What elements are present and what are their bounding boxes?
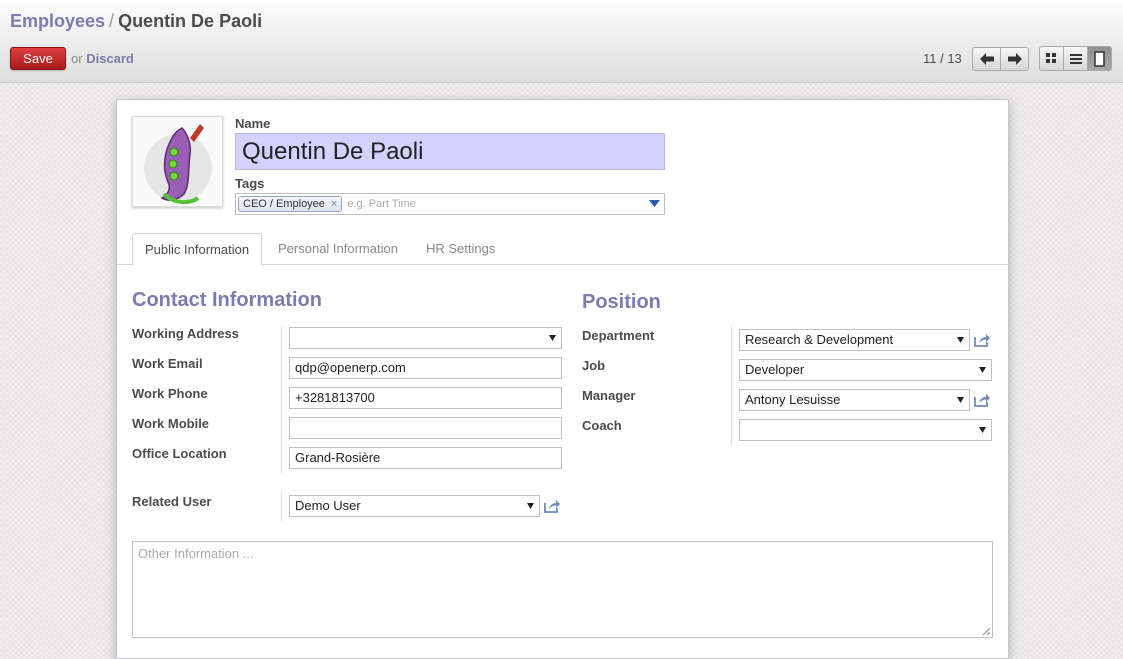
name-input[interactable]: Quentin De Paoli bbox=[235, 133, 665, 170]
dropdown-caret-icon[interactable] bbox=[649, 200, 660, 207]
select-caret-icon bbox=[979, 367, 986, 373]
related-user-select[interactable]: Demo User bbox=[289, 495, 540, 517]
work-mobile-input[interactable] bbox=[289, 417, 562, 439]
select-caret-icon bbox=[979, 427, 986, 433]
external-link-icon[interactable] bbox=[974, 393, 991, 407]
arrow-left-icon bbox=[979, 53, 994, 65]
external-link-icon[interactable] bbox=[544, 499, 561, 513]
contact-information-title: Contact Information bbox=[132, 289, 322, 311]
manager-value: Antony Lesuisse bbox=[745, 392, 841, 407]
list-icon bbox=[1069, 53, 1082, 64]
breadcrumb-employees-link[interactable]: Employees bbox=[10, 11, 105, 31]
or-text: or bbox=[71, 51, 83, 66]
arrow-right-icon bbox=[1007, 53, 1022, 65]
tab-personal-information[interactable]: Personal Information bbox=[266, 233, 410, 265]
department-value: Research & Development bbox=[745, 332, 894, 347]
other-information-textarea[interactable]: Other Information ... bbox=[132, 541, 993, 638]
coach-label: Coach bbox=[582, 418, 622, 433]
breadcrumb-current: Quentin De Paoli bbox=[118, 11, 263, 31]
tag-remove-icon[interactable]: × bbox=[331, 197, 337, 211]
or-discard: or Discard bbox=[71, 51, 134, 66]
tab-bar: Public Information Personal Information … bbox=[117, 233, 1010, 266]
employee-avatar[interactable] bbox=[132, 116, 223, 207]
breadcrumb-separator: / bbox=[109, 11, 115, 31]
work-phone-label: Work Phone bbox=[132, 386, 208, 401]
related-user-value: Demo User bbox=[295, 498, 361, 513]
kanban-icon bbox=[1046, 53, 1056, 63]
pager-previous-button[interactable] bbox=[972, 47, 1001, 71]
office-location-label: Office Location bbox=[132, 446, 227, 461]
job-value: Developer bbox=[745, 362, 805, 377]
contact-separator bbox=[281, 325, 282, 473]
external-link-icon[interactable] bbox=[974, 333, 991, 347]
list-view-button[interactable] bbox=[1063, 46, 1088, 71]
department-label: Department bbox=[582, 328, 655, 343]
discard-button[interactable]: Discard bbox=[86, 51, 134, 66]
position-title: Position bbox=[582, 291, 661, 313]
other-information-placeholder: Other Information ... bbox=[138, 546, 254, 561]
job-label: Job bbox=[582, 358, 606, 373]
tags-input[interactable]: CEO / Employee × e.g. Part Time bbox=[235, 193, 665, 215]
form-icon bbox=[1094, 50, 1105, 67]
select-caret-icon bbox=[527, 503, 534, 509]
select-caret-icon bbox=[957, 397, 964, 403]
office-location-input[interactable]: Grand-Rosière bbox=[289, 447, 562, 469]
select-caret-icon bbox=[549, 335, 556, 341]
tag-chip: CEO / Employee × bbox=[238, 196, 343, 212]
pager-counter: 11 / 13 bbox=[923, 51, 962, 66]
pager-next-button[interactable] bbox=[1000, 47, 1029, 71]
coach-select[interactable] bbox=[739, 419, 992, 441]
select-caret-icon bbox=[957, 337, 964, 343]
work-email-input[interactable]: qdp@openerp.com bbox=[289, 357, 562, 379]
resize-grip-icon[interactable] bbox=[982, 627, 990, 635]
save-button[interactable]: Save bbox=[10, 47, 66, 70]
related-user-separator bbox=[281, 491, 282, 521]
work-phone-input[interactable]: +3281813700 bbox=[289, 387, 562, 409]
position-separator bbox=[731, 325, 732, 445]
manager-label: Manager bbox=[582, 388, 636, 403]
tag-label: CEO / Employee bbox=[243, 198, 325, 210]
kanban-view-button[interactable] bbox=[1039, 46, 1064, 71]
form-sheet: Name Quentin De Paoli Tags CEO / Employe… bbox=[116, 99, 1010, 659]
breadcrumb: Employees / Quentin De Paoli bbox=[10, 11, 262, 32]
work-email-label: Work Email bbox=[132, 356, 203, 371]
form-view-button[interactable] bbox=[1087, 46, 1112, 71]
tags-label: Tags bbox=[235, 176, 265, 191]
tab-hr-settings[interactable]: HR Settings bbox=[414, 233, 507, 265]
tab-public-information[interactable]: Public Information bbox=[132, 233, 263, 266]
working-address-label: Working Address bbox=[132, 326, 239, 341]
related-user-label: Related User bbox=[132, 494, 212, 509]
tags-placeholder: e.g. Part Time bbox=[347, 198, 416, 210]
department-select[interactable]: Research & Development bbox=[739, 329, 970, 351]
control-panel: Employees / Quentin De Paoli Save or Disca… bbox=[0, 0, 1123, 83]
manager-select[interactable]: Antony Lesuisse bbox=[739, 389, 970, 411]
work-mobile-label: Work Mobile bbox=[132, 416, 210, 431]
tentacle-avatar-icon bbox=[143, 123, 212, 204]
working-address-select[interactable] bbox=[289, 327, 562, 349]
job-select[interactable]: Developer bbox=[739, 359, 992, 381]
name-label: Name bbox=[235, 116, 271, 131]
